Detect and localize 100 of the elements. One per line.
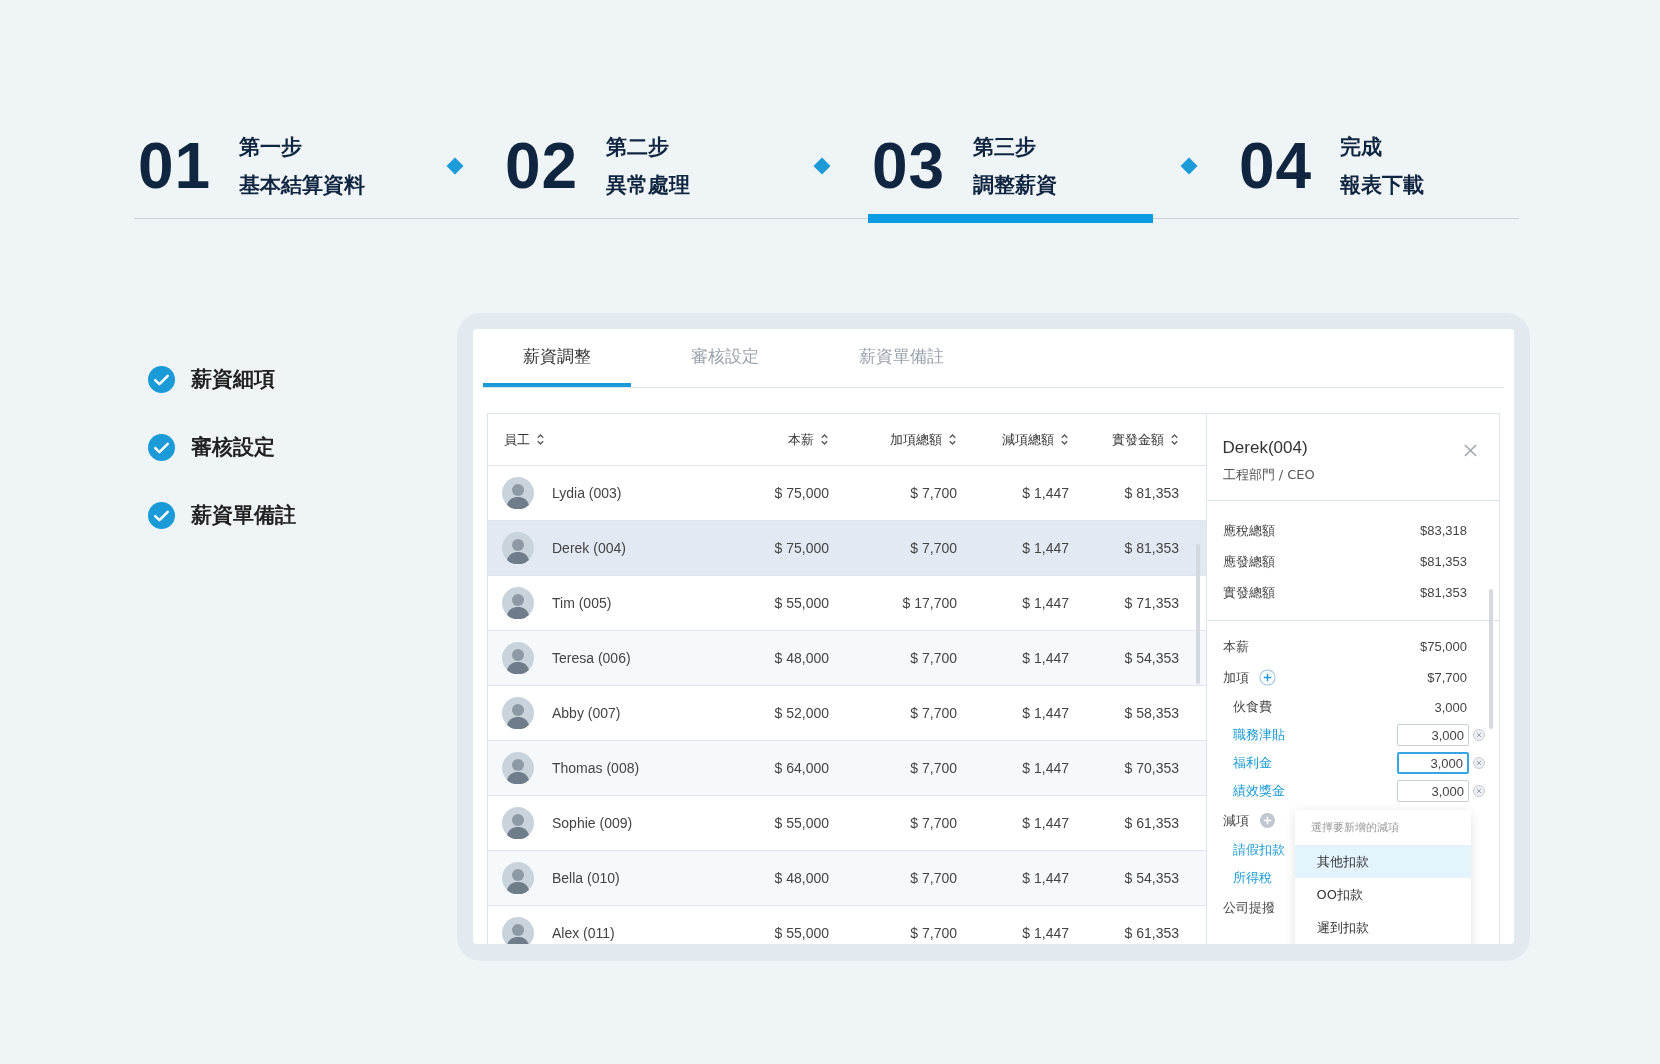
sort-icon[interactable] — [948, 433, 957, 446]
table-row[interactable]: Derek (004) $ 75,000 $ 7,700 $ 1,447 $ 81,353 — [488, 521, 1206, 576]
dropdown-hint: 選擇要新增的減項 — [1309, 820, 1400, 836]
column-header[interactable]: 實發金額 — [1112, 430, 1164, 449]
remove-icon[interactable] — [1473, 757, 1485, 769]
step-label: 基本結算資料 — [239, 172, 366, 199]
table-cell-text: $ 75,000 — [773, 485, 829, 501]
scrollbar[interactable] — [1489, 589, 1493, 729]
amount-field[interactable]: 3,000 — [1397, 724, 1469, 746]
table-cell-text: $ 1,447 — [1021, 760, 1069, 776]
avatar-icon — [502, 752, 534, 784]
summary-label: 應稅總額 — [1222, 521, 1275, 540]
dropdown-option[interactable]: OO扣款 — [1294, 878, 1471, 911]
table-cell-text: $ 7,700 — [909, 650, 957, 666]
table-cell-text: $ 48,000 — [773, 650, 829, 666]
sort-icon[interactable] — [1060, 433, 1069, 446]
table-row[interactable]: Thomas (008) $ 64,000 $ 7,700 $ 1,447 $ 70,353 — [488, 741, 1206, 796]
avatar-icon — [502, 587, 534, 619]
table-cell-text: $ 7,700 — [909, 815, 957, 831]
table-cell-text: $ 61,353 — [1123, 815, 1179, 831]
column-header[interactable]: 減項總額 — [1002, 430, 1054, 449]
add-icon[interactable] — [1258, 669, 1276, 686]
step-title: 第一步 — [239, 134, 304, 161]
column-header[interactable]: 加項總額 — [890, 430, 942, 449]
summary-value: $81,353 — [1420, 554, 1467, 569]
department-label: 工程部門 / CEO — [1222, 466, 1315, 484]
table-cell-text: $ 58,353 — [1123, 705, 1179, 721]
additions-value: $7,700 — [1427, 670, 1467, 685]
table-cell-text: $ 1,447 — [1021, 870, 1069, 886]
base-label: 本薪 — [1222, 637, 1249, 656]
sort-icon[interactable] — [536, 433, 545, 446]
table-cell-text: $ 1,447 — [1021, 595, 1069, 611]
table-cell-text: $ 48,000 — [773, 870, 829, 886]
employee-title: Derek(004) — [1222, 438, 1309, 458]
avatar-icon — [502, 862, 534, 894]
table-cell-text: $ 1,447 — [1021, 540, 1069, 556]
step-title: 第二步 — [606, 134, 671, 161]
summary-label: 實發總額 — [1222, 583, 1275, 602]
step-label: 調整薪資 — [973, 172, 1058, 199]
dropdown-option[interactable]: 遲到扣款 — [1294, 911, 1471, 944]
addition-label: 伙食費 — [1232, 698, 1272, 716]
table-row[interactable]: Bella (010) $ 48,000 $ 7,700 $ 1,447 $ 54,353 — [488, 851, 1206, 906]
deductions-label: 減項 — [1222, 811, 1249, 830]
sort-icon[interactable] — [820, 433, 829, 446]
company-label: 公司提撥 — [1222, 898, 1275, 917]
employee-name: Bella (010) — [552, 870, 620, 886]
column-header[interactable]: 本薪 — [788, 430, 814, 449]
step-title: 第三步 — [973, 134, 1038, 161]
step-number: 01 — [138, 129, 212, 203]
column-header[interactable]: 員工 — [504, 430, 530, 449]
table-cell-text: $ 1,447 — [1021, 650, 1069, 666]
employee-name: Teresa (006) — [552, 650, 631, 666]
step-number: 04 — [1239, 129, 1313, 203]
scrollbar[interactable] — [1195, 544, 1200, 684]
table-cell-text: $ 7,700 — [909, 925, 957, 941]
step-label: 報表下載 — [1340, 172, 1425, 199]
table-cell-text: $ 1,447 — [1021, 705, 1069, 721]
table-row[interactable]: Teresa (006) $ 48,000 $ 7,700 $ 1,447 $ 54,353 — [488, 631, 1206, 686]
avatar-icon — [502, 642, 534, 674]
step-number: 02 — [505, 129, 579, 203]
amount-field[interactable]: 3,000 — [1397, 780, 1469, 802]
table-cell-text: $ 52,000 — [773, 705, 829, 721]
table-cell-text: $ 71,353 — [1123, 595, 1179, 611]
summary-label: 應發總額 — [1222, 552, 1275, 571]
employee-name: Lydia (003) — [552, 485, 622, 501]
employee-name: Derek (004) — [552, 540, 626, 556]
sort-icon[interactable] — [1170, 433, 1179, 446]
dropdown-option[interactable]: 其他扣款 — [1294, 845, 1471, 878]
table-cell-text: $ 1,447 — [1021, 815, 1069, 831]
table-cell-text: $ 7,700 — [909, 760, 957, 776]
table-cell-text: $ 55,000 — [773, 595, 829, 611]
avatar-icon — [502, 532, 534, 564]
avatar-icon — [502, 807, 534, 839]
table-cell-text: $ 17,700 — [901, 595, 957, 611]
step-label: 異常處理 — [606, 172, 691, 199]
add-icon[interactable] — [1258, 812, 1276, 829]
table-cell-text: $ 7,700 — [909, 705, 957, 721]
step-number: 03 — [872, 129, 946, 203]
table-cell-text: $ 7,700 — [909, 540, 957, 556]
table-cell-text: $ 55,000 — [773, 925, 829, 941]
addition-value: 3,000 — [1434, 699, 1467, 715]
avatar-icon — [502, 917, 534, 944]
table-cell-text: $ 81,353 — [1123, 485, 1179, 501]
table-cell-text: $ 7,700 — [909, 870, 957, 886]
remove-icon[interactable] — [1473, 729, 1485, 741]
checklist-label: 審核設定 — [191, 434, 275, 461]
employee-name: Alex (011) — [552, 925, 615, 941]
tab[interactable]: 薪資調整 — [483, 329, 631, 387]
table-cell-text: $ 75,000 — [773, 540, 829, 556]
employee-name: Abby (007) — [552, 705, 621, 721]
avatar-icon — [502, 477, 534, 509]
table-cell-text: $ 1,447 — [1021, 925, 1069, 941]
table-cell-text: $ 81,353 — [1123, 540, 1179, 556]
remove-icon[interactable] — [1473, 785, 1485, 797]
step-title: 完成 — [1340, 134, 1384, 161]
close-icon[interactable] — [1464, 444, 1477, 457]
employee-name: Sophie (009) — [552, 815, 633, 831]
base-value: $75,000 — [1420, 639, 1467, 654]
avatar-icon — [502, 697, 534, 729]
amount-field[interactable]: 3,000 — [1397, 752, 1469, 774]
